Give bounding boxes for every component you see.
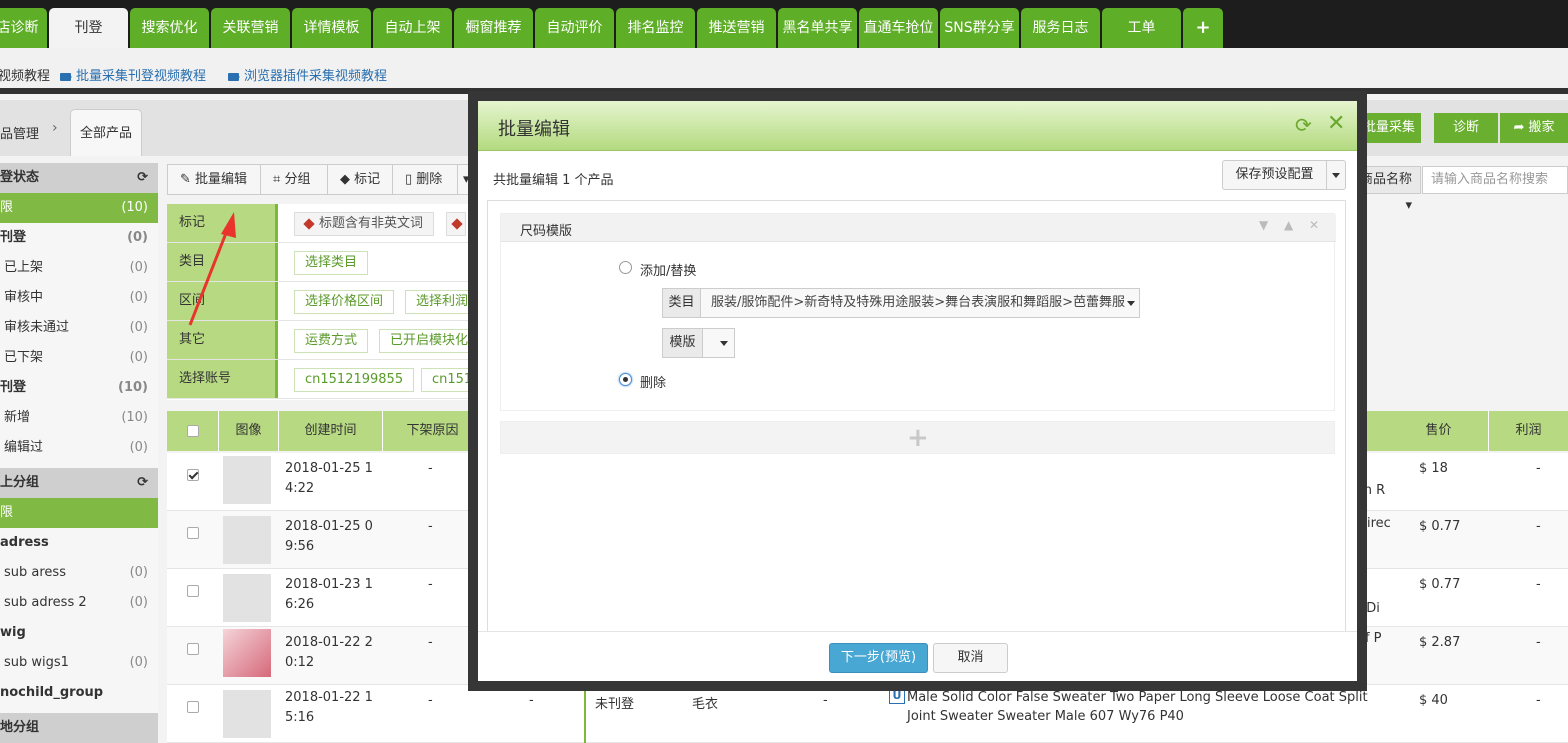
plus-icon: +	[907, 423, 929, 453]
collapse-down-icon[interactable]: ▼	[1259, 218, 1268, 232]
arrow-head	[221, 212, 236, 238]
save-preset-button[interactable]: 保存预设配置	[1222, 160, 1326, 190]
preset-dropdown-button[interactable]	[1326, 160, 1346, 190]
modal-header: 批量编辑 ⟳ ✕	[478, 101, 1357, 151]
cancel-button[interactable]: 取消	[933, 643, 1008, 673]
batch-edit-modal: 批量编辑 ⟳ ✕ 共批量编辑 1 个产品 保存预设配置 尺码模版 ▼ ▲ ✕ 添…	[478, 101, 1357, 681]
close-panel-icon[interactable]: ✕	[1309, 218, 1319, 232]
panel-title: 尺码模版	[520, 224, 573, 239]
size-template-panel: 尺码模版 ▼ ▲ ✕ 添加/替换 类目 服装/服饰配件>新奇特及特殊用途服装>舞…	[500, 213, 1336, 411]
panel-header: 尺码模版 ▼ ▲ ✕	[501, 214, 1336, 242]
modal-subtitle: 共批量编辑 1 个产品	[493, 173, 614, 188]
arrow-line	[188, 227, 230, 326]
move-up-icon[interactable]: ▲	[1284, 218, 1293, 232]
add-replace-label: 添加/替换	[640, 264, 697, 279]
close-icon[interactable]: ✕	[1327, 113, 1345, 135]
refresh-icon[interactable]: ⟳	[1295, 115, 1315, 135]
category-value: 服装/服饰配件>新奇特及特殊用途服装>舞台表演服和舞蹈服>芭蕾舞服	[711, 295, 1126, 310]
template-select[interactable]: 模版	[662, 328, 735, 358]
modal-footer: 下一步(预览) 取消	[478, 631, 1357, 681]
chevron-down-icon	[720, 341, 728, 350]
category-label: 类目	[663, 289, 701, 317]
template-label: 模版	[663, 329, 703, 357]
modal-title: 批量编辑	[498, 119, 570, 140]
chevron-down-icon	[1127, 301, 1135, 310]
delete-radio[interactable]	[619, 373, 632, 386]
modal-body: 尺码模版 ▼ ▲ ✕ 添加/替换 类目 服装/服饰配件>新奇特及特殊用途服装>舞…	[487, 200, 1346, 631]
delete-label: 删除	[640, 376, 667, 391]
next-preview-button[interactable]: 下一步(预览)	[829, 643, 928, 673]
add-replace-radio[interactable]	[619, 261, 632, 274]
category-select[interactable]: 类目 服装/服饰配件>新奇特及特殊用途服装>舞台表演服和舞蹈服>芭蕾舞服	[662, 288, 1140, 318]
add-panel-button[interactable]: +	[500, 421, 1335, 454]
